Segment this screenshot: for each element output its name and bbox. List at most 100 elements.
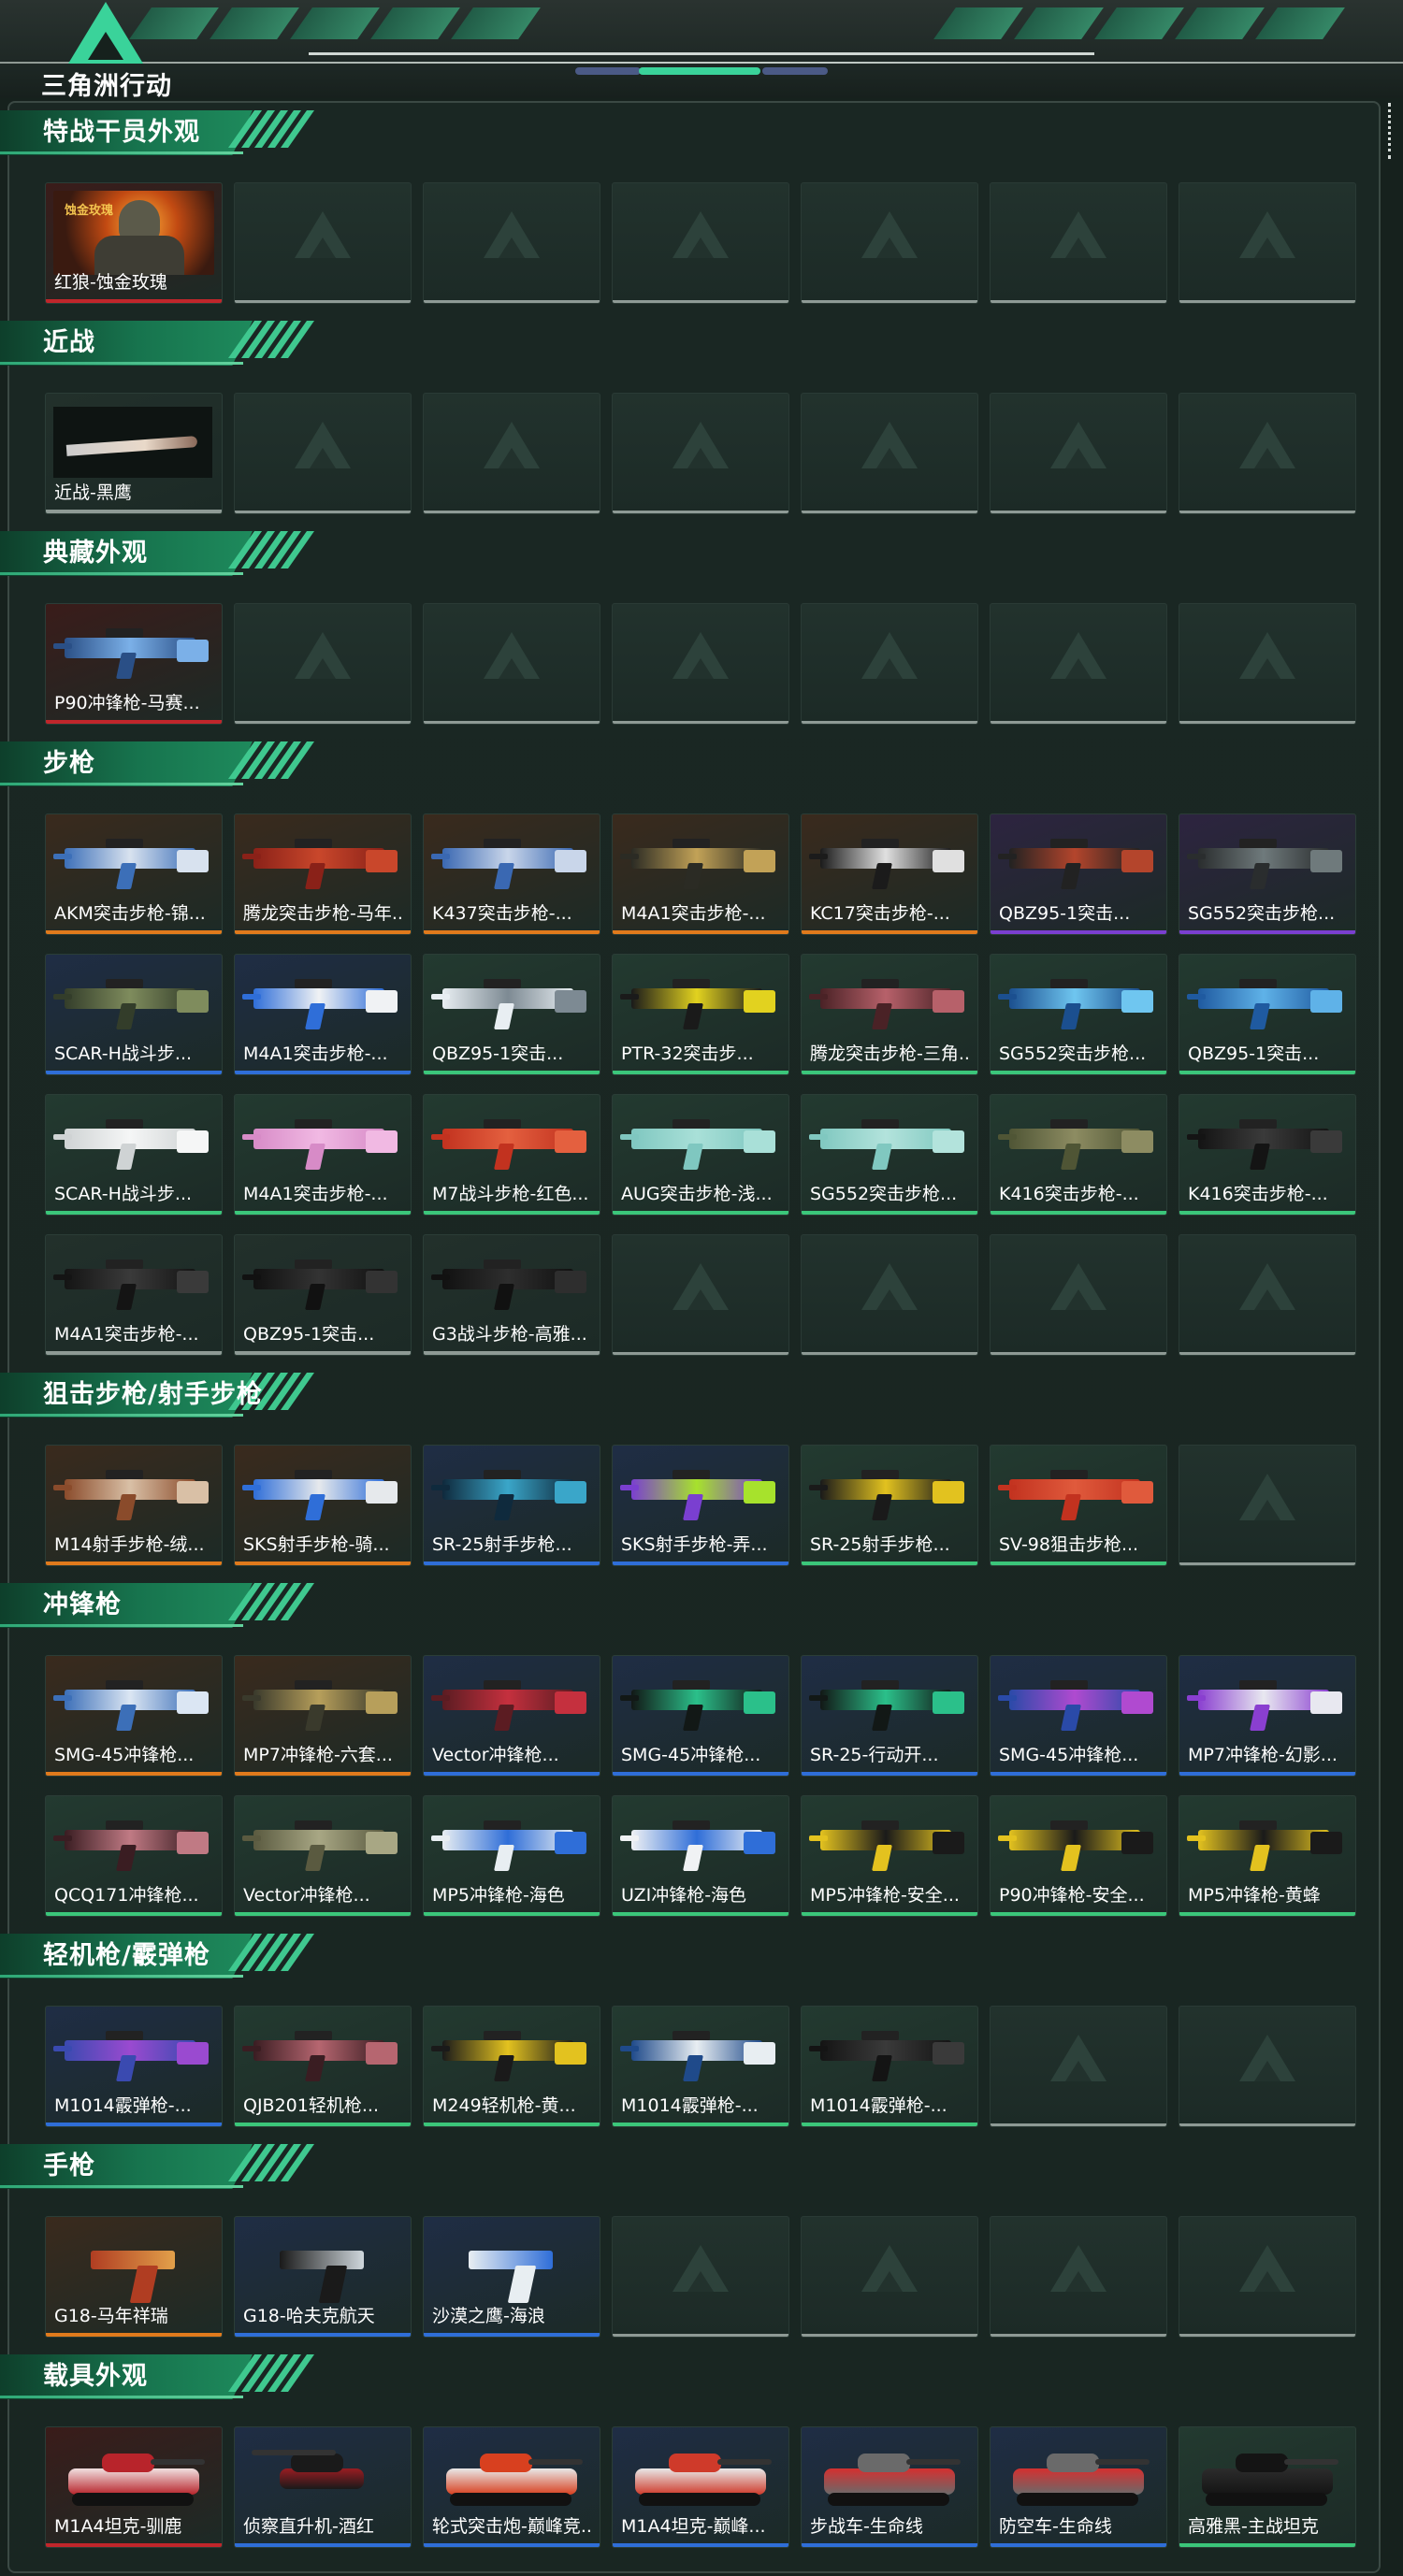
skin-card[interactable]: 侦察直升机-酒红 <box>234 2426 412 2548</box>
skin-card[interactable]: M249轻机枪-黄... <box>423 2006 600 2127</box>
skin-card[interactable]: 步战车-生命线 <box>801 2426 978 2548</box>
skin-card[interactable]: M4A1突击步枪-... <box>234 954 412 1075</box>
skin-card[interactable]: SG552突击步枪... <box>990 954 1167 1075</box>
skin-label: M4A1突击步枪-... <box>243 1184 388 1204</box>
skin-card[interactable]: M1014霰弹枪-... <box>45 2006 223 2127</box>
empty-slot <box>612 182 789 304</box>
skin-card[interactable]: PTR-32突击步... <box>612 954 789 1075</box>
skin-card[interactable]: MP7冲锋枪-幻影... <box>1179 1655 1356 1777</box>
skin-label: UZI冲锋枪-海色 <box>621 1885 747 1906</box>
section-title: 近战 <box>43 328 95 357</box>
skin-card[interactable]: M4A1突击步枪-... <box>612 813 789 935</box>
weapon-icon <box>53 1669 212 1740</box>
skin-card[interactable]: M1A4坦克-巅峰... <box>612 2426 789 2548</box>
skin-label: 高雅黑-主战坦克 <box>1188 2516 1319 2537</box>
skin-label: QBZ95-1突击... <box>1188 1043 1320 1064</box>
skin-label: SR-25-行动开... <box>810 1745 939 1765</box>
skin-card[interactable]: MP7冲锋枪-六套... <box>234 1655 412 1777</box>
skin-card[interactable]: 轮式突击炮-巅峰竞... <box>423 2426 600 2548</box>
pistol-icon <box>53 2230 212 2303</box>
skin-card[interactable]: SCAR-H战斗步... <box>45 954 223 1075</box>
skin-card[interactable]: KC17突击步枪-... <box>801 813 978 935</box>
weapon-icon <box>242 968 401 1039</box>
skin-card[interactable]: QCQ171冲锋枪... <box>45 1795 223 1917</box>
skin-card[interactable]: QJB201轻机枪... <box>234 2006 412 2127</box>
skin-card[interactable]: M1014霰弹枪-... <box>801 2006 978 2127</box>
skin-label: G18-马年祥瑞 <box>54 2306 168 2326</box>
skin-card[interactable]: 腾龙突击步枪-马年... <box>234 813 412 935</box>
empty-slot <box>1179 2006 1356 2127</box>
skin-label: Vector冲锋枪... <box>432 1745 559 1765</box>
weapon-icon <box>431 2020 590 2091</box>
header-center-line <box>309 52 1094 55</box>
weapon-icon <box>620 1459 779 1530</box>
skin-card[interactable]: M14射手步枪-绒... <box>45 1445 223 1566</box>
skin-card[interactable]: 沙漠之鹰-海浪 <box>423 2216 600 2338</box>
skin-card[interactable]: QBZ95-1突击... <box>234 1234 412 1356</box>
skin-card[interactable]: SMG-45冲锋枪... <box>45 1655 223 1777</box>
skin-card[interactable]: QBZ95-1突击... <box>423 954 600 1075</box>
skin-card[interactable]: 防空车-生命线 <box>990 2426 1167 2548</box>
skin-card[interactable]: M4A1突击步枪-... <box>45 1234 223 1356</box>
skin-card[interactable]: Vector冲锋枪... <box>234 1795 412 1917</box>
skin-card[interactable]: G18-马年祥瑞 <box>45 2216 223 2338</box>
scrollbar[interactable] <box>1388 103 1394 159</box>
operator-portrait: 蚀金玫瑰 <box>53 191 214 275</box>
skin-card[interactable]: 蚀金玫瑰 红狼-蚀金玫瑰 <box>45 182 223 304</box>
skin-card[interactable]: SMG-45冲锋枪... <box>612 1655 789 1777</box>
skin-card[interactable]: SR-25-行动开... <box>801 1655 978 1777</box>
empty-slot <box>234 182 412 304</box>
empty-slot <box>612 1234 789 1356</box>
skin-card[interactable]: AUG突击步枪-浅... <box>612 1094 789 1216</box>
skin-card[interactable]: MP5冲锋枪-海色 <box>423 1795 600 1917</box>
weapon-icon <box>242 1108 401 1179</box>
skin-card[interactable]: M1014霰弹枪-... <box>612 2006 789 2127</box>
skin-card[interactable]: SR-25射手步枪... <box>801 1445 978 1566</box>
rarity-bar <box>802 1071 977 1074</box>
skin-card[interactable]: P90冲锋枪-安全... <box>990 1795 1167 1917</box>
skin-card[interactable]: M7战斗步枪-红色... <box>423 1094 600 1216</box>
rarity-bar <box>46 510 222 513</box>
rarity-bar <box>235 1561 411 1565</box>
skin-card[interactable]: 高雅黑-主战坦克 <box>1179 2426 1356 2548</box>
weapon-icon <box>431 1809 590 1880</box>
skin-card[interactable]: G18-哈夫克航天 <box>234 2216 412 2338</box>
skin-card[interactable]: K416突击步枪-... <box>1179 1094 1356 1216</box>
skin-label: QBZ95-1突击... <box>999 903 1131 924</box>
skin-card[interactable]: MP5冲锋枪-安全... <box>801 1795 978 1917</box>
skin-card[interactable]: 腾龙突击步枪-三角... <box>801 954 978 1075</box>
skin-label: K416突击步枪-... <box>999 1184 1139 1204</box>
skin-card[interactable]: Vector冲锋枪... <box>423 1655 600 1777</box>
skin-card[interactable]: K416突击步枪-... <box>990 1094 1167 1216</box>
empty-slot <box>612 603 789 725</box>
skin-card[interactable]: G3战斗步枪-高雅... <box>423 1234 600 1356</box>
skin-card[interactable]: AKM突击步枪-锦... <box>45 813 223 935</box>
skin-card[interactable]: QBZ95-1突击... <box>990 813 1167 935</box>
skin-card[interactable]: MP5冲锋枪-黄蜂 <box>1179 1795 1356 1917</box>
skin-card[interactable]: K437突击步枪-... <box>423 813 600 935</box>
skin-card[interactable]: SCAR-H战斗步... <box>45 1094 223 1216</box>
skin-card[interactable]: M4A1突击步枪-... <box>234 1094 412 1216</box>
rarity-bar <box>1179 1071 1355 1074</box>
skin-card[interactable]: P90冲锋枪-马赛... <box>45 603 223 725</box>
skin-card[interactable]: QBZ95-1突击... <box>1179 954 1356 1075</box>
rarity-bar <box>424 1912 600 1916</box>
skin-card[interactable]: SR-25射手步枪... <box>423 1445 600 1566</box>
skin-card[interactable]: SG552突击步枪... <box>1179 813 1356 935</box>
empty-slot <box>423 182 600 304</box>
empty-slot <box>801 1234 978 1356</box>
skin-label: MP7冲锋枪-幻影... <box>1188 1745 1338 1765</box>
skin-label: SV-98狙击步枪... <box>999 1534 1139 1555</box>
skin-card[interactable]: SV-98狙击步枪... <box>990 1445 1167 1566</box>
rarity-bar <box>1179 1211 1355 1215</box>
weapon-icon <box>998 827 1157 899</box>
skin-card[interactable]: SKS射手步枪-骑... <box>234 1445 412 1566</box>
skin-card[interactable]: SMG-45冲锋枪... <box>990 1655 1167 1777</box>
skin-card[interactable]: SKS射手步枪-弄... <box>612 1445 789 1566</box>
skin-label: 步战车-生命线 <box>810 2516 923 2537</box>
skin-card[interactable]: UZI冲锋枪-海色 <box>612 1795 789 1917</box>
weapon-icon <box>998 1669 1157 1740</box>
skin-card[interactable]: M1A4坦克-驯鹿 <box>45 2426 223 2548</box>
skin-card[interactable]: SG552突击步枪... <box>801 1094 978 1216</box>
skin-card[interactable]: 近战-黑鹰 <box>45 393 223 514</box>
